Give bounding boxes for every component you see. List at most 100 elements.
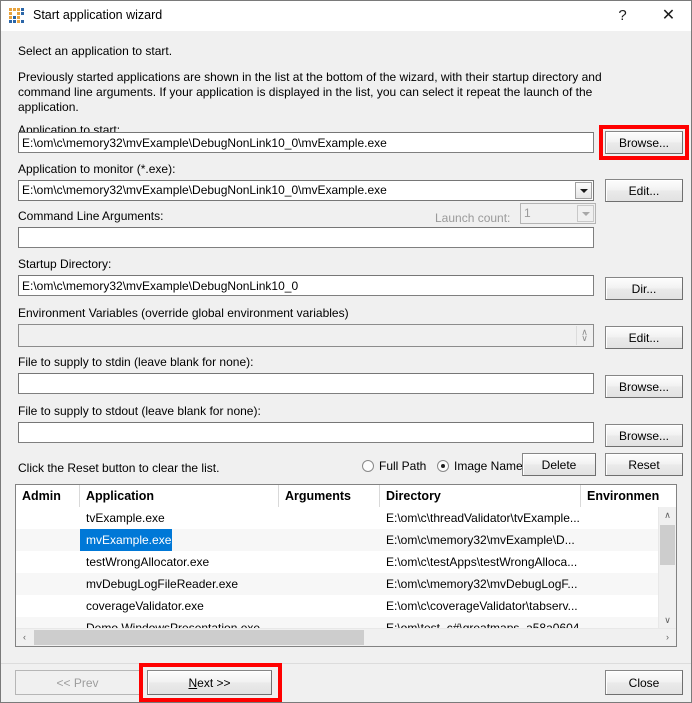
stdout-browse-button[interactable]: Browse... xyxy=(605,424,683,447)
application-to-start-browse-button[interactable]: Browse... xyxy=(605,131,683,154)
startup-directory-dir-button[interactable]: Dir... xyxy=(605,277,683,300)
cell-arguments xyxy=(279,595,380,617)
column-header-environment[interactable]: Environmen xyxy=(581,485,676,507)
grid-dots-icon xyxy=(9,8,25,24)
close-icon: ✕ xyxy=(661,7,676,24)
cell-admin xyxy=(16,573,80,595)
table-row[interactable]: mvExample.exe E:\om\c\memory32\mvExample\… xyxy=(16,529,659,551)
scroll-left-arrow-icon[interactable]: ‹ xyxy=(16,629,33,646)
list-header-row: Admin Application Arguments Directory En… xyxy=(16,485,676,508)
stdin-label: File to supply to stdin (leave blank for… xyxy=(18,355,254,369)
environment-variables-box[interactable]: ∧ ∨ xyxy=(18,324,594,347)
horizontal-scroll-thumb[interactable] xyxy=(34,630,364,645)
application-to-start-input[interactable] xyxy=(18,132,594,153)
cell-environment xyxy=(581,551,659,573)
title-bar: Start application wizard ? ✕ xyxy=(1,1,691,32)
cell-admin xyxy=(16,595,80,617)
column-header-arguments[interactable]: Arguments xyxy=(279,485,380,507)
cell-environment xyxy=(581,529,659,551)
cell-arguments xyxy=(279,529,380,551)
close-dialog-button[interactable]: Close xyxy=(605,670,683,695)
next-button-accelerator: N xyxy=(188,675,198,690)
cell-environment xyxy=(581,573,659,595)
cell-admin xyxy=(16,551,80,573)
cell-environment xyxy=(581,507,659,529)
cell-admin xyxy=(16,507,80,529)
stdin-input[interactable] xyxy=(18,373,594,394)
scroll-down-icon[interactable]: ∨ xyxy=(577,334,592,343)
window-title: Start application wizard xyxy=(33,8,163,22)
table-row[interactable]: testWrongAllocator.exe E:\om\c\testApps\t… xyxy=(16,551,659,573)
stdout-input[interactable] xyxy=(18,422,594,443)
application-to-monitor-label: Application to monitor (*.exe): xyxy=(18,162,176,176)
vertical-scroll-thumb[interactable] xyxy=(660,525,675,565)
command-line-arguments-input[interactable] xyxy=(18,227,594,248)
radio-image-name-dot[interactable] xyxy=(437,460,449,472)
application-to-monitor-combobox[interactable]: E:\om\c\memory32\mvExample\DebugNonLink1… xyxy=(18,180,594,201)
cell-directory: E:\om\c\memory32\mvExample\D... xyxy=(386,533,575,547)
launch-count-chevron-down-icon xyxy=(577,205,594,222)
radio-full-path-dot[interactable] xyxy=(362,460,374,472)
chevron-down-icon[interactable] xyxy=(575,182,592,199)
table-row[interactable]: coverageValidator.exe E:\om\c\coverageVal… xyxy=(16,595,659,617)
launch-count-value: 1 xyxy=(524,206,531,220)
startup-directory-input[interactable] xyxy=(18,275,594,296)
launch-count-spinner: 1 xyxy=(520,203,596,224)
prev-button: << Prev xyxy=(15,670,140,695)
radio-full-path-label: Full Path xyxy=(379,459,427,473)
stdin-browse-button[interactable]: Browse... xyxy=(605,375,683,398)
intro-line-2: Previously started applications are show… xyxy=(18,70,602,84)
table-row[interactable]: mvDebugLogFileReader.exe E:\om\c\memory32… xyxy=(16,573,659,595)
cell-admin xyxy=(16,529,80,551)
cell-directory: E:\om\c\threadValidator\tvExample... xyxy=(386,511,580,525)
cell-application: coverageValidator.exe xyxy=(86,599,204,613)
help-button[interactable]: ? xyxy=(600,1,645,30)
list-body: tvExample.exe E:\om\c\threadValidator\tvE… xyxy=(16,507,659,629)
cell-application: tvExample.exe xyxy=(86,511,165,525)
cell-directory: E:\om\c\testApps\testWrongAlloca... xyxy=(386,555,578,569)
list-vertical-scrollbar[interactable]: ∧ ∨ xyxy=(658,507,676,629)
environment-variables-scroll[interactable]: ∧ ∨ xyxy=(576,326,592,345)
next-button-text: ext >> xyxy=(197,675,231,690)
reset-button[interactable]: Reset xyxy=(605,453,683,476)
dialog-client-area: Select an application to start. Previous… xyxy=(1,31,691,702)
cell-directory: E:\om\c\memory32\mvDebugLogF... xyxy=(386,577,578,591)
intro-line-3: command line arguments. If your applicat… xyxy=(18,85,593,99)
cell-application: mvDebugLogFileReader.exe xyxy=(86,577,239,591)
cell-application: testWrongAllocator.exe xyxy=(86,555,210,569)
environment-variables-edit-button[interactable]: Edit... xyxy=(605,326,683,349)
applications-list[interactable]: Admin Application Arguments Directory En… xyxy=(15,484,677,647)
command-line-arguments-label: Command Line Arguments: xyxy=(18,209,164,223)
delete-button[interactable]: Delete xyxy=(522,453,596,476)
intro-line-4: application. xyxy=(18,100,79,114)
cell-environment xyxy=(581,595,659,617)
radio-image-name-label: Image Name xyxy=(454,459,523,473)
startup-directory-label: Startup Directory: xyxy=(18,257,112,271)
column-header-application[interactable]: Application xyxy=(80,485,279,507)
close-button[interactable]: ✕ xyxy=(646,1,691,30)
list-horizontal-scrollbar[interactable]: ‹ › xyxy=(16,628,676,646)
stdout-label: File to supply to stdout (leave blank fo… xyxy=(18,404,261,418)
footer-separator xyxy=(1,663,691,664)
next-button-label: Next >> xyxy=(188,676,230,690)
cell-application: mvExample.exe xyxy=(80,529,172,551)
scroll-right-arrow-icon[interactable]: › xyxy=(659,629,676,646)
reset-hint-label: Click the Reset button to clear the list… xyxy=(18,461,220,475)
column-header-directory[interactable]: Directory xyxy=(380,485,581,507)
next-button[interactable]: Next >> xyxy=(147,670,272,695)
start-application-wizard-window: Start application wizard ? ✕ Select an a… xyxy=(0,0,692,703)
scroll-up-arrow-icon[interactable]: ∧ xyxy=(659,507,676,524)
question-mark-icon: ? xyxy=(618,7,627,24)
column-header-admin[interactable]: Admin xyxy=(16,485,80,507)
launch-count-label: Launch count: xyxy=(435,211,511,225)
intro-line-1: Select an application to start. xyxy=(18,44,173,58)
environment-variables-label: Environment Variables (override global e… xyxy=(18,306,349,320)
cell-directory: E:\om\c\coverageValidator\tabserv... xyxy=(386,599,578,613)
application-to-monitor-edit-button[interactable]: Edit... xyxy=(605,179,683,202)
cell-arguments xyxy=(279,551,380,573)
table-row[interactable]: tvExample.exe E:\om\c\threadValidator\tvE… xyxy=(16,507,659,529)
scroll-down-arrow-icon[interactable]: ∨ xyxy=(659,612,676,629)
cell-arguments xyxy=(279,573,380,595)
cell-arguments xyxy=(279,507,380,529)
application-to-monitor-value: E:\om\c\memory32\mvExample\DebugNonLink1… xyxy=(22,183,387,197)
